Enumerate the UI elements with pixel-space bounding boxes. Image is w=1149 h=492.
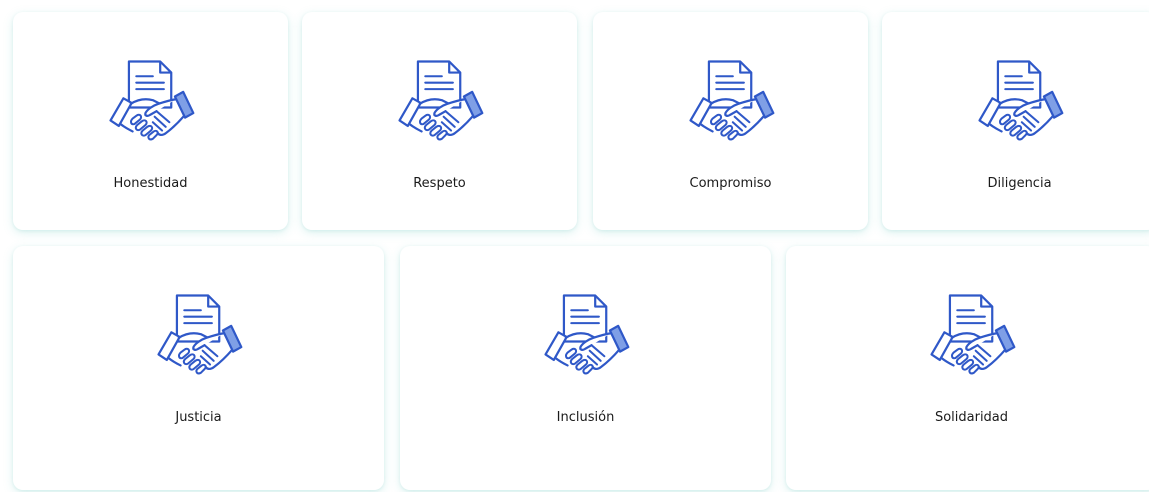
document-handshake-icon xyxy=(974,56,1066,148)
value-card-label: Compromiso xyxy=(689,176,772,191)
value-card-honestidad[interactable]: Honestidad xyxy=(13,12,288,230)
document-handshake-icon xyxy=(926,290,1018,382)
value-card-label: Honestidad xyxy=(113,176,188,191)
document-handshake-icon xyxy=(394,56,486,148)
value-card-compromiso[interactable]: Compromiso xyxy=(593,12,868,230)
value-card-label: Justicia xyxy=(175,410,222,425)
document-handshake-icon xyxy=(685,56,777,148)
value-card-justicia[interactable]: Justicia xyxy=(13,246,384,490)
document-handshake-icon xyxy=(540,290,632,382)
value-card-diligencia[interactable]: Diligencia xyxy=(882,12,1149,230)
value-card-label: Solidaridad xyxy=(934,410,1009,425)
document-handshake-icon xyxy=(105,56,197,148)
value-card-inclusion[interactable]: Inclusión xyxy=(400,246,771,490)
document-handshake-icon xyxy=(153,290,245,382)
value-card-label: Diligencia xyxy=(987,176,1052,191)
value-card-label: Inclusión xyxy=(556,410,615,425)
value-card-label: Respeto xyxy=(413,176,466,191)
value-card-solidaridad[interactable]: Solidaridad xyxy=(786,246,1149,490)
value-card-respeto[interactable]: Respeto xyxy=(302,12,577,230)
